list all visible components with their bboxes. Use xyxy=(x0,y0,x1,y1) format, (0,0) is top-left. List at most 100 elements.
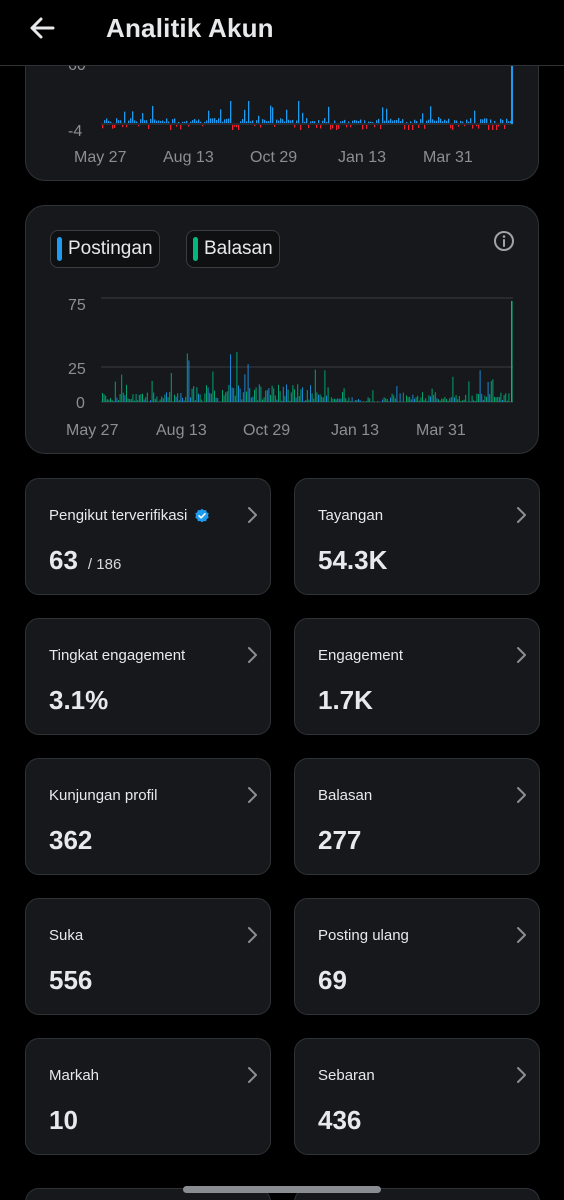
chart-bar xyxy=(372,390,374,402)
chart-bar xyxy=(134,400,135,402)
back-button[interactable] xyxy=(22,10,62,46)
chart-bar xyxy=(135,394,137,402)
stat-card-engagement-rate[interactable]: Tingkat engagement 3.1% xyxy=(25,618,271,735)
chart-bar xyxy=(233,388,235,402)
stat-card-bookmarks[interactable]: Markah 10 xyxy=(25,1038,271,1155)
stat-card-shares[interactable]: Sebaran 436 xyxy=(294,1038,540,1155)
chart-bar xyxy=(156,120,158,123)
chart-bar xyxy=(174,394,175,402)
chart-bar xyxy=(466,119,468,123)
stat-card-reposts[interactable]: Posting ulang 69 xyxy=(294,898,540,1015)
chart-bar xyxy=(378,118,380,123)
chart-bar xyxy=(287,389,289,402)
chart-bar xyxy=(336,125,338,130)
chart-bar xyxy=(224,119,226,123)
chart-bar xyxy=(260,125,262,128)
chart-bar xyxy=(282,386,284,402)
chart-bar xyxy=(332,125,334,129)
chart-bar xyxy=(472,125,474,129)
chart-bar xyxy=(295,397,297,402)
stat-card-profile-visits[interactable]: Kunjungan profil 362 xyxy=(25,758,271,875)
chart-bar xyxy=(140,394,142,402)
chart-bar xyxy=(508,393,510,402)
chart-bar xyxy=(318,394,319,402)
chart-bar xyxy=(210,393,212,402)
chart-bar xyxy=(134,120,136,123)
chart-bar xyxy=(476,393,478,402)
x-tick: Aug 13 xyxy=(163,149,214,166)
chart-bar xyxy=(250,397,252,402)
chart-bar xyxy=(420,119,422,123)
chart-bar xyxy=(159,399,161,402)
chart-bar xyxy=(249,388,251,402)
chart-bar xyxy=(175,396,177,402)
chart-bar xyxy=(303,401,305,402)
chart-bar xyxy=(204,121,206,123)
stat-label: Sebaran xyxy=(318,1067,375,1084)
chart-bar xyxy=(239,388,241,402)
chart-bar xyxy=(321,396,323,402)
chart-bar xyxy=(158,120,160,123)
chart-bar xyxy=(396,119,398,123)
chart-bar xyxy=(324,118,326,123)
chart-bar xyxy=(417,395,419,402)
chevron-right-icon xyxy=(517,927,526,943)
chart-bar xyxy=(320,125,322,129)
chart-bar xyxy=(182,121,184,123)
chart-bar xyxy=(498,125,500,127)
chart-bar xyxy=(410,121,412,123)
chart-bar xyxy=(356,120,358,123)
chart-bar xyxy=(234,125,236,127)
chart-bar xyxy=(104,120,106,123)
chart-bar xyxy=(274,125,276,127)
chart-bar xyxy=(394,398,396,402)
chart-bar xyxy=(305,400,307,402)
stat-value: 63 xyxy=(49,545,78,575)
chart-bar xyxy=(113,401,115,402)
chart-bar xyxy=(486,396,487,402)
chart-bar xyxy=(199,394,201,402)
chart-bar xyxy=(481,393,483,402)
chart-bar xyxy=(138,125,140,127)
chart-bar xyxy=(480,119,482,123)
chart-bar xyxy=(208,110,210,123)
chart-bar xyxy=(358,398,359,402)
chart-bar xyxy=(313,398,315,402)
chart-bar xyxy=(236,352,238,402)
stat-card-impressions[interactable]: Tayangan 54.3K xyxy=(294,478,540,595)
chart-bar xyxy=(178,121,180,123)
chart-bar xyxy=(498,396,500,402)
chart-bar xyxy=(124,395,126,402)
chart-bar xyxy=(132,111,134,123)
chart-bar xyxy=(364,120,366,123)
chart-bar xyxy=(452,376,454,402)
stat-value: 277 xyxy=(318,825,362,855)
chart-bar xyxy=(366,401,367,402)
chart-bar xyxy=(326,121,328,123)
x-tick: May 27 xyxy=(66,422,119,439)
chart-bar xyxy=(348,397,350,402)
chart-bar xyxy=(278,120,280,123)
stat-card-likes[interactable]: Suka 556 xyxy=(25,898,271,1015)
chart-bar xyxy=(314,369,316,402)
chart-bar xyxy=(116,397,118,402)
chart-bar xyxy=(186,120,188,123)
posts-replies-chart-card: Postingan Balasan 75 25 0 May 27 Aug 13 … xyxy=(25,205,539,454)
chart-bar xyxy=(462,121,464,123)
chart-bar xyxy=(252,120,254,123)
chart-bar xyxy=(169,392,171,402)
chart-bar xyxy=(103,394,105,402)
chart-bar xyxy=(436,398,438,402)
stat-card-replies[interactable]: Balasan 277 xyxy=(294,758,540,875)
stat-card-verified-followers[interactable]: Pengikut terverifikasi 63 / 186 xyxy=(25,478,271,595)
chart-bar xyxy=(374,401,375,402)
chart-bar xyxy=(328,106,330,123)
stat-card-engagement[interactable]: Engagement 1.7K xyxy=(294,618,540,735)
chart-bar xyxy=(226,391,228,402)
chart-bar xyxy=(271,385,273,402)
chart-bar xyxy=(198,393,199,402)
chart-bar xyxy=(392,120,394,123)
chart-bar xyxy=(420,397,422,402)
home-indicator[interactable] xyxy=(183,1186,381,1193)
chart-bar xyxy=(180,125,182,130)
